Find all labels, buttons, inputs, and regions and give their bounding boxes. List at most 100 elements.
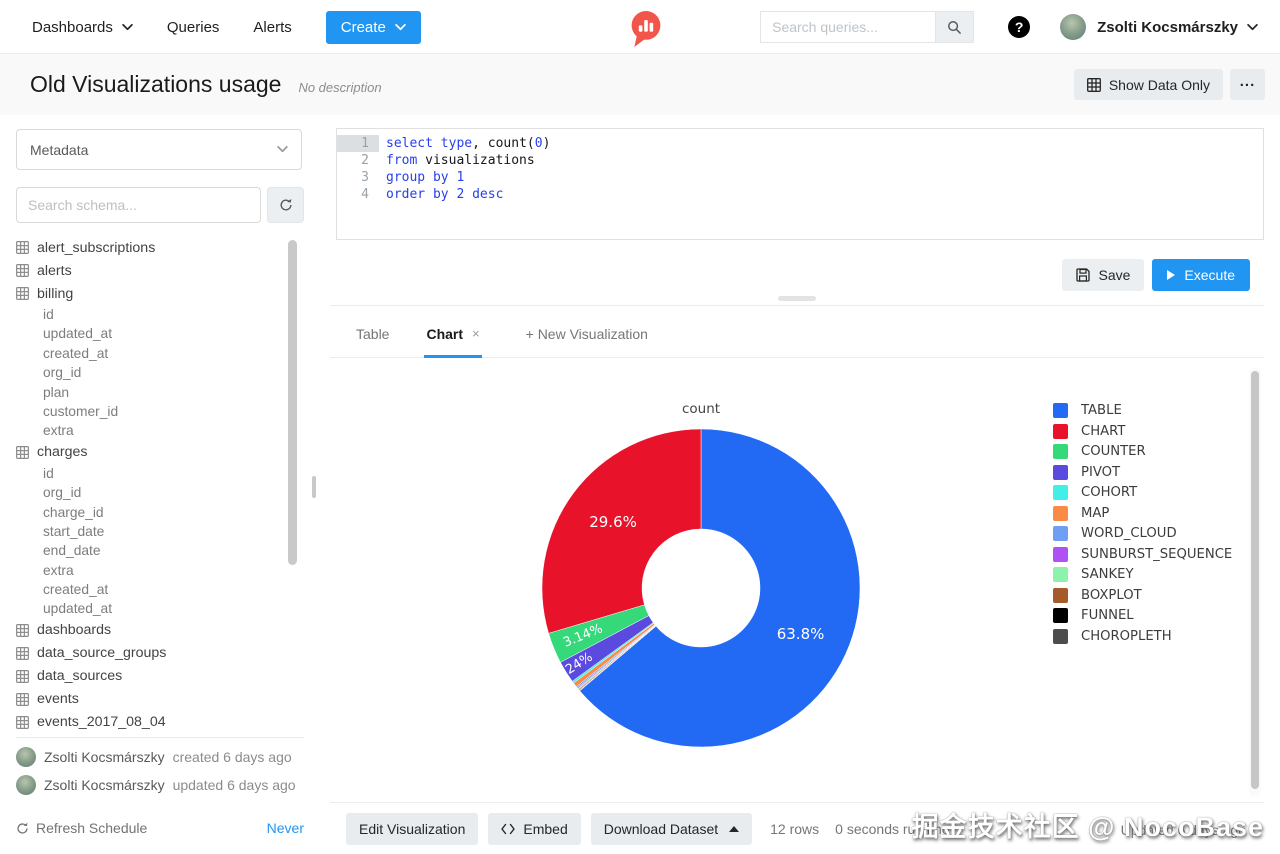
legend-item[interactable]: BOXPLOT bbox=[1053, 588, 1232, 603]
donut-chart[interactable]: 63.8%2.24%3.14%29.6% bbox=[541, 428, 861, 748]
schema-table-row[interactable]: alert_subscriptions bbox=[16, 236, 282, 259]
chart-scrollbar[interactable] bbox=[1249, 368, 1261, 796]
schema-browser: alert_subscriptionsalertsbillingidupdate… bbox=[16, 236, 282, 736]
caret-up-icon bbox=[729, 826, 739, 832]
schema-table-row[interactable]: data_source_groups bbox=[16, 642, 282, 665]
schema-column-row[interactable]: created_at bbox=[16, 580, 282, 599]
nav-queries[interactable]: Queries bbox=[167, 19, 220, 36]
execute-label: Execute bbox=[1184, 267, 1235, 283]
download-dataset-button[interactable]: Download Dataset bbox=[591, 813, 752, 845]
legend-label: COUNTER bbox=[1081, 444, 1146, 459]
chevron-down-icon bbox=[277, 146, 288, 153]
search-queries-input[interactable] bbox=[760, 11, 936, 43]
legend-item[interactable]: FUNNEL bbox=[1053, 608, 1232, 623]
code-line: order by 2 desc bbox=[386, 186, 1263, 203]
user-avatar[interactable] bbox=[1060, 14, 1086, 40]
table-grid-icon bbox=[16, 287, 29, 300]
refresh-schedule-label: Refresh Schedule bbox=[36, 820, 147, 836]
schema-table-row[interactable]: alerts bbox=[16, 259, 282, 282]
download-dataset-label: Download Dataset bbox=[604, 821, 718, 837]
code-icon bbox=[501, 823, 515, 835]
schema-scrollbar[interactable] bbox=[288, 240, 297, 565]
sql-editor[interactable]: 1234 select type, count(0)from visualiza… bbox=[336, 128, 1264, 240]
schema-column-row[interactable]: created_at bbox=[16, 344, 282, 363]
chevron-down-icon bbox=[395, 24, 406, 31]
line-number: 1 bbox=[337, 135, 379, 152]
created-when: created 6 days ago bbox=[173, 749, 292, 765]
refresh-schema-button[interactable] bbox=[267, 187, 304, 223]
more-actions-button[interactable]: ... bbox=[1230, 69, 1265, 100]
legend-item[interactable]: SANKEY bbox=[1053, 567, 1232, 582]
show-data-only-button[interactable]: Show Data Only bbox=[1074, 69, 1223, 100]
embed-button[interactable]: Embed bbox=[488, 813, 580, 845]
chart-scrollbar-thumb[interactable] bbox=[1251, 371, 1259, 789]
schema-column-row[interactable]: org_id bbox=[16, 483, 282, 502]
schema-table-row[interactable]: charges bbox=[16, 441, 282, 464]
legend-item[interactable]: CHOROPLETH bbox=[1053, 629, 1232, 644]
create-button[interactable]: Create bbox=[326, 11, 421, 44]
legend-swatch bbox=[1053, 485, 1068, 500]
legend-item[interactable]: CHART bbox=[1053, 424, 1232, 439]
schema-column-row[interactable]: start_date bbox=[16, 522, 282, 541]
schema-column-row[interactable]: charge_id bbox=[16, 503, 282, 522]
line-number: 3 bbox=[337, 169, 379, 186]
table-grid-icon bbox=[16, 624, 29, 637]
schema-column-row[interactable]: id bbox=[16, 305, 282, 324]
legend-label: SANKEY bbox=[1081, 567, 1134, 582]
schema-table-row[interactable]: events bbox=[16, 688, 282, 711]
query-footer: Edit Visualization Embed Download Datase… bbox=[330, 803, 1264, 854]
save-button[interactable]: Save bbox=[1062, 259, 1144, 291]
query-description[interactable]: No description bbox=[298, 74, 381, 95]
pie-percent-label: 29.6% bbox=[589, 513, 637, 531]
data-source-select[interactable]: Metadata bbox=[16, 129, 302, 170]
nav-dashboards[interactable]: Dashboards bbox=[32, 19, 133, 36]
legend-swatch bbox=[1053, 547, 1068, 562]
schema-table-row[interactable]: billing bbox=[16, 282, 282, 305]
nav-alerts[interactable]: Alerts bbox=[253, 19, 291, 36]
schema-table-row[interactable]: events_2017_08_04 bbox=[16, 711, 282, 734]
help-icon[interactable]: ? bbox=[1008, 16, 1030, 38]
editor-resize-handle[interactable] bbox=[778, 296, 816, 301]
legend-item[interactable]: SUNBURST_SEQUENCE bbox=[1053, 547, 1232, 562]
legend-item[interactable]: COUNTER bbox=[1053, 444, 1232, 459]
updater-name[interactable]: Zsolti Kocsmárszky bbox=[44, 777, 165, 793]
close-icon[interactable]: × bbox=[472, 326, 480, 341]
redash-logo-icon[interactable] bbox=[628, 9, 664, 49]
tab-table[interactable]: Table bbox=[354, 310, 391, 358]
chevron-down-icon bbox=[1247, 24, 1258, 31]
schema-column-row[interactable]: updated_at bbox=[16, 599, 282, 618]
user-menu[interactable]: Zsolti Kocsmárszky bbox=[1097, 19, 1258, 36]
search-queries-group bbox=[760, 11, 974, 43]
refresh-schedule-value[interactable]: Never bbox=[267, 820, 304, 836]
legend-item[interactable]: COHORT bbox=[1053, 485, 1232, 500]
execute-button[interactable]: Execute bbox=[1152, 259, 1250, 291]
tab-chart[interactable]: Chart × bbox=[424, 310, 481, 358]
show-data-only-label: Show Data Only bbox=[1109, 77, 1210, 93]
search-button[interactable] bbox=[936, 11, 974, 43]
legend-item[interactable]: TABLE bbox=[1053, 403, 1232, 418]
schema-column-row[interactable]: customer_id bbox=[16, 402, 282, 421]
legend-item[interactable]: PIVOT bbox=[1053, 465, 1232, 480]
schema-column-row[interactable]: updated_at bbox=[16, 324, 282, 343]
schema-column-row[interactable]: extra bbox=[16, 561, 282, 580]
schema-table-row[interactable]: data_sources bbox=[16, 665, 282, 688]
search-schema-input[interactable] bbox=[16, 187, 261, 223]
sidebar-resize-handle[interactable] bbox=[312, 476, 316, 498]
legend-item[interactable]: WORD_CLOUD bbox=[1053, 526, 1232, 541]
legend-swatch bbox=[1053, 444, 1068, 459]
schema-column-row[interactable]: id bbox=[16, 464, 282, 483]
new-visualization-button[interactable]: + New Visualization bbox=[526, 326, 648, 342]
table-grid-icon bbox=[1087, 78, 1101, 92]
creator-name[interactable]: Zsolti Kocsmárszky bbox=[44, 749, 165, 765]
legend-item[interactable]: MAP bbox=[1053, 506, 1232, 521]
schema-column-row[interactable]: plan bbox=[16, 383, 282, 402]
schema-column-row[interactable]: org_id bbox=[16, 363, 282, 382]
schema-column-row[interactable]: extra bbox=[16, 421, 282, 440]
legend-label: BOXPLOT bbox=[1081, 588, 1142, 603]
edit-visualization-button[interactable]: Edit Visualization bbox=[346, 813, 478, 845]
legend-label: FUNNEL bbox=[1081, 608, 1134, 623]
schema-column-row[interactable]: end_date bbox=[16, 541, 282, 560]
data-source-value: Metadata bbox=[30, 142, 88, 158]
schema-table-row[interactable]: dashboards bbox=[16, 619, 282, 642]
create-button-label: Create bbox=[341, 19, 386, 36]
